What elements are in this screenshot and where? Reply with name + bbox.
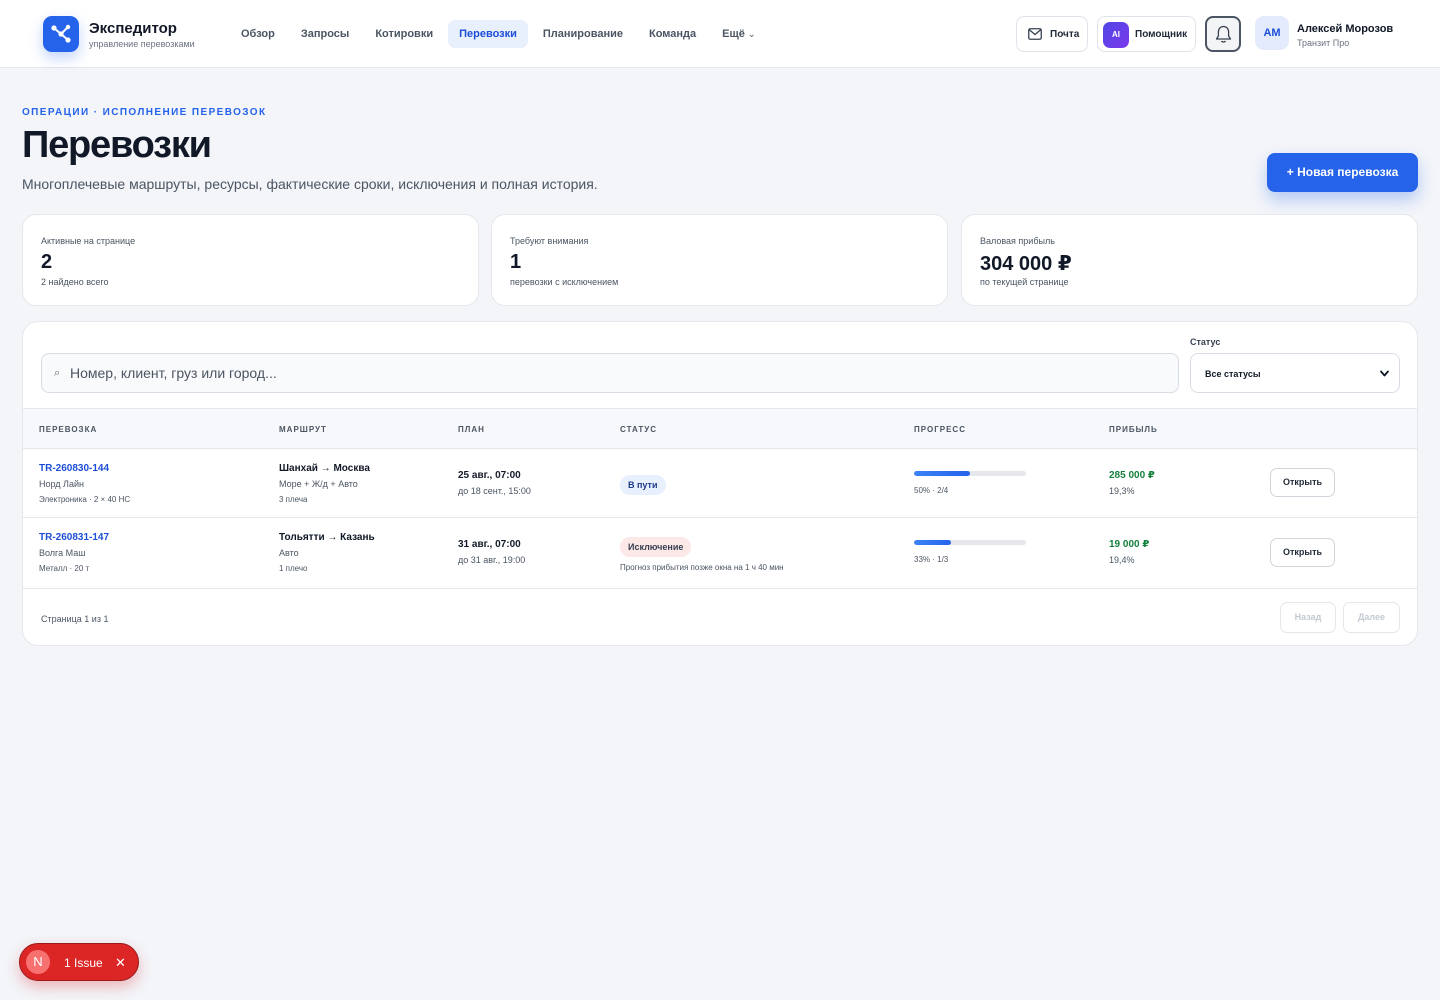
plan-end: до 18 сент., 15:00	[458, 486, 531, 496]
network-icon	[51, 24, 71, 43]
nav-shipments[interactable]: Перевозки	[448, 20, 528, 48]
framework-logo-icon: N	[26, 950, 50, 974]
route-modes: Авто	[279, 548, 299, 558]
nav-more[interactable]: Ещё ⌄	[711, 20, 766, 48]
chevron-down-icon	[1380, 370, 1389, 377]
progress-bar	[914, 471, 1026, 476]
plan-end: до 31 авг., 19:00	[458, 555, 526, 565]
stat-note: по текущей странице	[980, 277, 1069, 287]
app-name: Экспедитор	[89, 20, 177, 37]
top-bar: Экспедитор управление перевозками Обзор …	[0, 0, 1440, 68]
app-logo[interactable]	[43, 16, 79, 52]
main-nav: Обзор Запросы Котировки Перевозки Планир…	[230, 20, 766, 48]
shipment-cargo: Металл · 20 т	[39, 564, 90, 573]
nav-more-label: Ещё	[722, 28, 745, 40]
progress-bar-fill	[914, 471, 970, 476]
route-cities: Шанхай → Москва	[279, 463, 370, 474]
nav-quotes[interactable]: Котировки	[364, 20, 444, 48]
page-subtitle: Многоплечевые маршруты, ресурсы, фактиче…	[22, 176, 598, 192]
stat-note: перевозки с исключением	[510, 277, 619, 287]
profit-margin: 19,4%	[1109, 555, 1135, 565]
nav-team[interactable]: Команда	[638, 20, 707, 48]
table-row[interactable]: TR-260830-144 Норд Лайн Электроника · 2 …	[23, 449, 1417, 518]
mail-button[interactable]: Почта	[1016, 16, 1088, 52]
status-filter-label: Статус	[1190, 337, 1221, 347]
mail-icon	[1028, 28, 1042, 40]
app-subtitle: управление перевозками	[89, 39, 195, 49]
plan-start: 25 авг., 07:00	[458, 470, 521, 481]
search-input[interactable]	[70, 354, 1170, 392]
status-badge: Исключение	[620, 537, 692, 557]
user-name: Алексей Морозов	[1297, 23, 1394, 35]
stat-label: Требуют внимания	[510, 236, 589, 246]
stat-card-active: Активные на странице 2 2 найдено всего	[22, 214, 479, 306]
user-avatar[interactable]: АМ	[1255, 16, 1289, 50]
shipments-panel: ⌕ Статус Все статусы ПЕРЕВОЗКА МАРШРУТ П…	[22, 321, 1418, 646]
profit-value: 19 000 ₽	[1109, 539, 1150, 550]
open-button[interactable]: Открыть	[1270, 538, 1335, 567]
nav-requests[interactable]: Запросы	[290, 20, 360, 48]
nav-planning[interactable]: Планирование	[532, 20, 634, 48]
next-page-button[interactable]: Далее	[1343, 602, 1400, 633]
search-box: ⌕	[41, 353, 1179, 393]
column-header: МАРШРУТ	[279, 425, 327, 434]
stat-note: 2 найдено всего	[41, 277, 109, 287]
column-header: ПЛАН	[458, 425, 485, 434]
route-cities: Тольятти → Казань	[279, 532, 375, 543]
page-title: Перевозки	[22, 124, 212, 166]
status-select-value: Все статусы	[1205, 369, 1261, 379]
table-row[interactable]: TR-260831-147 Волга Маш Металл · 20 т То…	[23, 518, 1417, 589]
nav-overview[interactable]: Обзор	[230, 20, 286, 48]
column-header: ПРИБЫЛЬ	[1109, 425, 1158, 434]
stat-label: Валовая прибыль	[980, 236, 1055, 246]
shipment-client: Норд Лайн	[39, 479, 84, 489]
stat-label: Активные на странице	[41, 236, 136, 246]
route-legs: 3 плеча	[279, 495, 308, 504]
status-badge: В пути	[620, 475, 666, 495]
route-legs: 1 плечо	[279, 564, 308, 573]
mail-button-label: Почта	[1050, 29, 1080, 40]
column-header: СТАТУС	[620, 425, 657, 434]
shipment-client: Волга Маш	[39, 548, 86, 558]
route-modes: Море + Ж/д + Авто	[279, 479, 358, 489]
shipment-id-link[interactable]: TR-260830-144	[39, 463, 109, 474]
assistant-button[interactable]: AI Помощник	[1097, 16, 1196, 52]
stat-card-attention: Требуют внимания 1 перевозки с исключени…	[491, 214, 948, 306]
status-select[interactable]: Все статусы	[1190, 353, 1400, 393]
user-org: Транзит Про	[1297, 38, 1350, 48]
shipment-id-link[interactable]: TR-260831-147	[39, 532, 109, 543]
stat-card-profit: Валовая прибыль 304 000 ₽ по текущей стр…	[961, 214, 1418, 306]
status-note: Прогноз прибытия позже окна на 1 ч 40 ми…	[620, 563, 784, 572]
ai-badge-icon: AI	[1103, 22, 1129, 48]
prev-page-button[interactable]: Назад	[1280, 602, 1336, 633]
notifications-button[interactable]	[1205, 16, 1241, 52]
bell-icon	[1215, 25, 1232, 43]
plan-start: 31 авг., 07:00	[458, 539, 521, 550]
stat-value: 304 000 ₽	[980, 253, 1072, 275]
column-header: ПРОГРЕСС	[914, 425, 966, 434]
stat-value: 1	[510, 251, 522, 273]
pagination-info: Страница 1 из 1	[41, 614, 109, 624]
shipment-cargo: Электроника · 2 × 40 HC	[39, 495, 131, 504]
progress-bar-fill	[914, 540, 951, 545]
chevron-down-icon: ⌄	[747, 29, 756, 39]
close-icon[interactable]: ✕	[115, 955, 126, 971]
table-header: ПЕРЕВОЗКА МАРШРУТ ПЛАН СТАТУС ПРОГРЕСС П…	[23, 408, 1417, 449]
progress-bar	[914, 540, 1026, 545]
breadcrumb: ОПЕРАЦИИ · ИСПОЛНЕНИЕ ПЕРЕВОЗОК	[22, 107, 267, 118]
profit-value: 285 000 ₽	[1109, 470, 1155, 481]
search-icon: ⌕	[54, 367, 61, 379]
new-shipment-button[interactable]: + Новая перевозка	[1267, 153, 1418, 192]
stat-value: 2	[41, 251, 53, 273]
column-header: ПЕРЕВОЗКА	[39, 425, 98, 434]
issues-count: 1 Issue	[64, 956, 103, 970]
issues-indicator[interactable]: N 1 Issue ✕	[19, 943, 139, 981]
progress-text: 50% · 2/4	[914, 486, 949, 495]
open-button[interactable]: Открыть	[1270, 468, 1335, 497]
assistant-button-label: Помощник	[1135, 29, 1188, 40]
progress-text: 33% · 1/3	[914, 555, 949, 564]
profit-margin: 19,3%	[1109, 486, 1135, 496]
